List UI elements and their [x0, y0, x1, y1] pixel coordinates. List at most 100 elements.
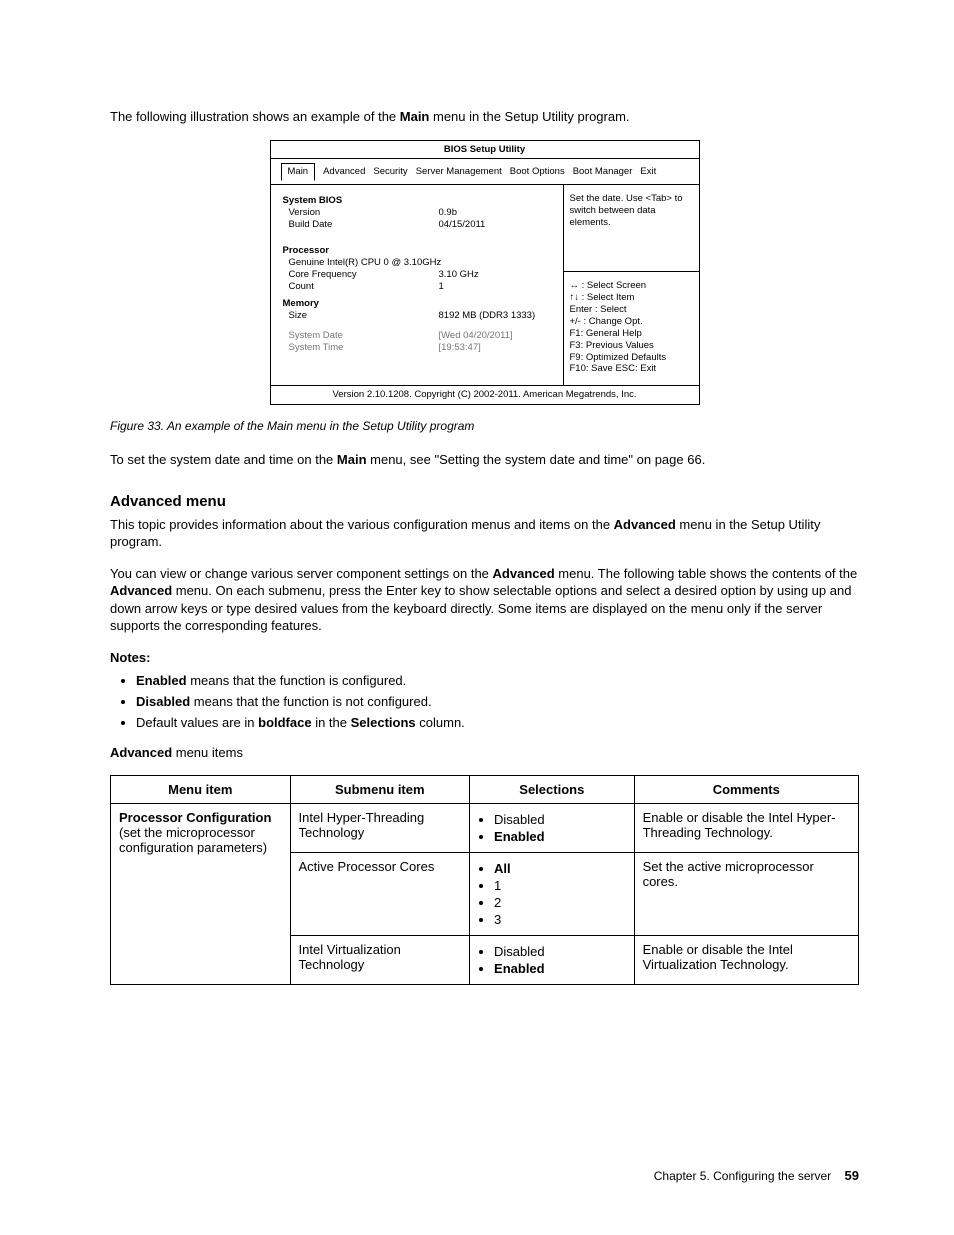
- hint: F9: Optimized Defaults: [570, 352, 693, 364]
- bios-footer: Version 2.10.1208. Copyright (C) 2002-20…: [271, 385, 699, 404]
- text: means that the function is configured.: [187, 673, 407, 688]
- text-bold: Main: [400, 109, 430, 124]
- list-item: 2: [494, 895, 626, 910]
- text: column.: [416, 715, 465, 730]
- hint: ↔ : Select Screen: [570, 280, 693, 292]
- notes-list: Enabled means that the function is confi…: [110, 673, 859, 730]
- text-bold: Selections: [351, 715, 416, 730]
- bios-main-panel: System BIOS Version0.9b Build Date04/15/…: [271, 185, 563, 385]
- intro-paragraph: The following illustration shows an exam…: [110, 108, 859, 126]
- list-item: 3: [494, 912, 626, 927]
- label: Count: [283, 281, 439, 293]
- list-item: Disabled means that the function is not …: [136, 694, 859, 709]
- cell-comment: Set the active microprocessor cores.: [634, 853, 858, 936]
- bios-title: BIOS Setup Utility: [271, 141, 699, 160]
- footer-chapter: Chapter 5. Configuring the server: [654, 1169, 831, 1183]
- text-bold: Enabled: [136, 673, 187, 688]
- value[interactable]: [Wed 04/20/2011]: [439, 330, 555, 342]
- value: 8192 MB (DDR3 1333): [439, 310, 555, 322]
- text: means that the function is not configure…: [190, 694, 431, 709]
- text-bold: Advanced: [493, 566, 555, 581]
- text-bold: Disabled: [136, 694, 190, 709]
- text: menu in the Setup Utility program.: [429, 109, 629, 124]
- bios-key-hints: ↔ : Select Screen ↑↓ : Select Item Enter…: [564, 272, 699, 385]
- cell-menu-item: Processor Configuration (set the micropr…: [111, 804, 291, 985]
- text: This topic provides information about th…: [110, 517, 614, 532]
- text-bold: Processor Configuration: [119, 810, 271, 825]
- table-header: Submenu item: [290, 776, 470, 804]
- text-bold: boldface: [258, 715, 311, 730]
- text: menu items: [172, 745, 243, 760]
- cell-selections: All 1 2 3: [470, 853, 635, 936]
- bios-tab-boot-options[interactable]: Boot Options: [510, 166, 565, 178]
- bios-tab-main[interactable]: Main: [281, 163, 316, 181]
- text: menu. The following table shows the cont…: [555, 566, 858, 581]
- page-footer: Chapter 5. Configuring the server 59: [654, 1168, 859, 1183]
- section-label: System BIOS: [283, 195, 555, 207]
- hint: ↑↓ : Select Item: [570, 292, 693, 304]
- hint: +/- : Change Opt.: [570, 316, 693, 328]
- bios-tab-security[interactable]: Security: [373, 166, 407, 178]
- text: menu. On each submenu, press the Enter k…: [110, 583, 851, 633]
- list-item: All: [494, 861, 626, 876]
- label[interactable]: System Time: [283, 342, 439, 354]
- caption-prefix: Figure 33.: [110, 419, 167, 433]
- list-item: Disabled: [494, 944, 626, 959]
- value: 3.10 GHz: [439, 269, 555, 281]
- cell-submenu: Intel Virtualization Technology: [290, 936, 470, 985]
- value: 0.9b: [439, 207, 555, 219]
- table-header: Menu item: [111, 776, 291, 804]
- cell-submenu: Intel Hyper-Threading Technology: [290, 804, 470, 853]
- bios-tab-exit[interactable]: Exit: [640, 166, 656, 178]
- label: Core Frequency: [283, 269, 439, 281]
- table-row: Processor Configuration (set the micropr…: [111, 804, 859, 853]
- hint: Enter : Select: [570, 304, 693, 316]
- value: 1: [439, 281, 555, 293]
- label: Build Date: [283, 219, 439, 231]
- cell-selections: Disabled Enabled: [470, 804, 635, 853]
- hint: F10: Save ESC: Exit: [570, 363, 693, 375]
- list-item: Default values are in boldface in the Se…: [136, 715, 859, 730]
- bios-tabs: Main Advanced Security Server Management…: [271, 159, 699, 185]
- label[interactable]: System Date: [283, 330, 439, 342]
- list-item: Enabled: [494, 829, 626, 844]
- table-title: Advanced menu items: [110, 744, 859, 762]
- text-bold: Advanced: [614, 517, 676, 532]
- cell-selections: Disabled Enabled: [470, 936, 635, 985]
- value: 04/15/2011: [439, 219, 555, 231]
- text-bold: Advanced: [110, 583, 172, 598]
- list-item: Enabled: [494, 961, 626, 976]
- bios-tab-server-management[interactable]: Server Management: [416, 166, 502, 178]
- caption-text: An example of the Main menu in the Setup…: [167, 419, 475, 433]
- bios-tab-advanced[interactable]: Advanced: [323, 166, 365, 178]
- table-header: Comments: [634, 776, 858, 804]
- label: Size: [283, 310, 439, 322]
- hint: F3: Previous Values: [570, 340, 693, 352]
- paragraph: This topic provides information about th…: [110, 516, 859, 551]
- paragraph: You can view or change various server co…: [110, 565, 859, 635]
- bios-help-text: Set the date. Use <Tab> to switch betwee…: [564, 185, 699, 272]
- text-bold: Advanced: [110, 745, 172, 760]
- text: (set the microprocessor configuration pa…: [119, 825, 267, 855]
- bios-tab-boot-manager[interactable]: Boot Manager: [573, 166, 633, 178]
- label: Version: [283, 207, 439, 219]
- notes-label: Notes:: [110, 649, 859, 667]
- text: in the: [312, 715, 351, 730]
- cell-submenu: Active Processor Cores: [290, 853, 470, 936]
- section-label: Processor: [283, 245, 555, 257]
- text: menu, see "Setting the system date and t…: [367, 452, 706, 467]
- paragraph: To set the system date and time on the M…: [110, 451, 859, 469]
- cpu-line: Genuine Intel(R) CPU 0 @ 3.10GHz: [283, 257, 555, 269]
- footer-page-number: 59: [845, 1168, 859, 1183]
- heading-advanced-menu: Advanced menu: [110, 493, 859, 510]
- section-label: Memory: [283, 298, 555, 310]
- text: Default values are in: [136, 715, 258, 730]
- list-item: 1: [494, 878, 626, 893]
- table-header: Selections: [470, 776, 635, 804]
- bios-screenshot: BIOS Setup Utility Main Advanced Securit…: [270, 140, 700, 406]
- list-item: Enabled means that the function is confi…: [136, 673, 859, 688]
- hint: F1: General Help: [570, 328, 693, 340]
- cell-comment: Enable or disable the Intel Virtualizati…: [634, 936, 858, 985]
- advanced-menu-table: Menu item Submenu item Selections Commen…: [110, 775, 859, 985]
- value[interactable]: [19:53:47]: [439, 342, 555, 354]
